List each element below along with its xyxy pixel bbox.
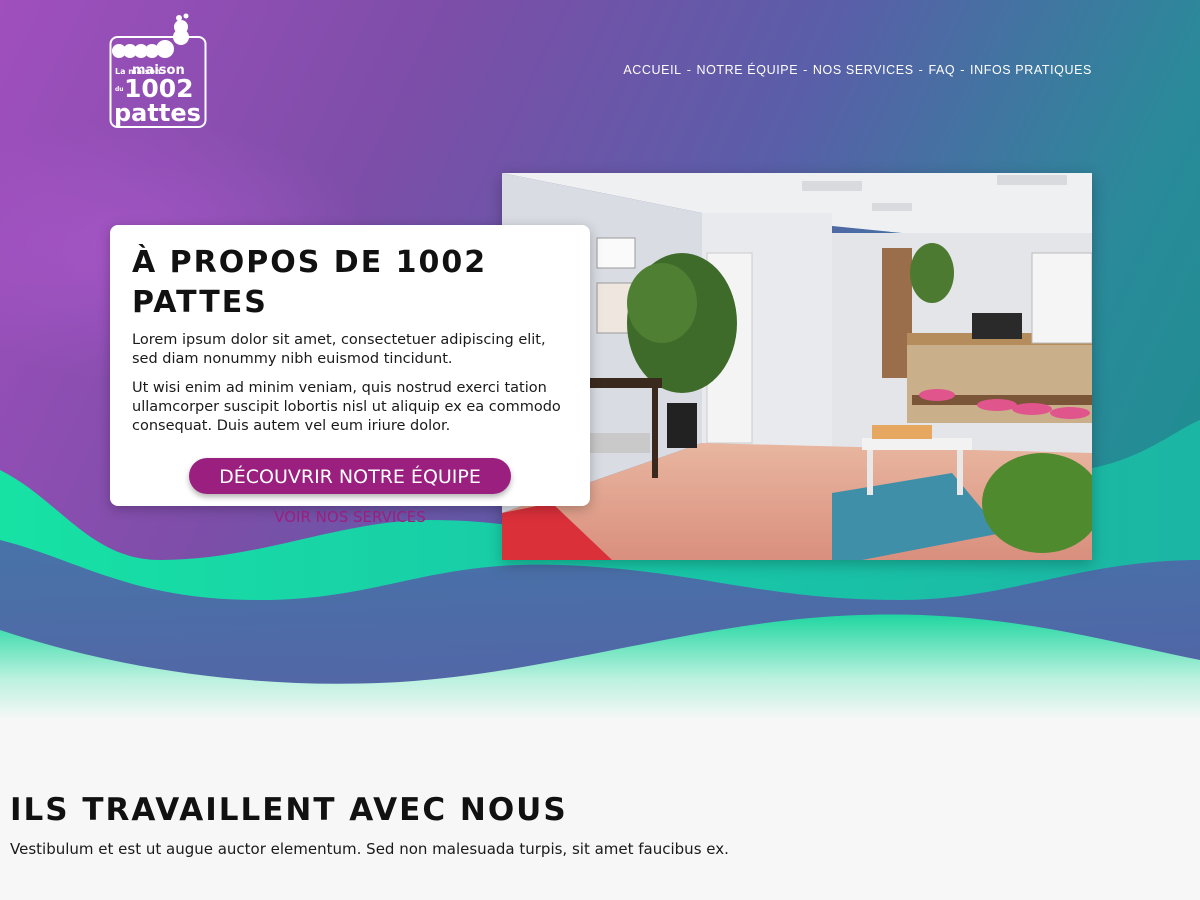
nav-notre-equipe[interactable]: NOTRE ÉQUIPE [696,63,798,77]
nav-faq[interactable]: FAQ [928,63,955,77]
about-paragraph-2: Ut wisi enim ad minim veniam, quis nostr… [132,380,561,434]
logo-pattes: pattes [114,99,201,127]
discover-team-button[interactable]: DÉCOUVRIR NOTRE ÉQUIPE [189,458,511,494]
partners-text: Vestibulum et est ut augue auctor elemen… [10,840,729,858]
waiting-room-photo [502,173,1092,560]
main-nav: ACCUEIL - NOTRE ÉQUIPE - NOS SERVICES - … [623,63,1092,77]
nav-accueil[interactable]: ACCUEIL [623,63,681,77]
partners-title: ILS TRAVAILLENT AVEC NOUS [10,792,568,828]
nav-separator: - [960,63,966,77]
nav-separator: - [803,63,808,77]
nav-separator: - [686,63,692,77]
view-services-link[interactable]: VOIR NOS SERVICES [132,508,568,526]
nav-separator: - [918,63,924,77]
logo-line2-small: du [115,86,124,93]
about-title: À PROPOS DE 1002 PATTES [132,245,488,320]
brand-logo[interactable]: La maison maison du 1002 pattes [109,11,207,129]
nav-infos-pratiques[interactable]: INFOS PRATIQUES [970,63,1092,77]
about-paragraph-1: Lorem ipsum dolor sit amet, consectetuer… [132,332,546,367]
nav-nos-services[interactable]: NOS SERVICES [813,63,914,77]
about-card: À PROPOS DE 1002 PATTES Lorem ipsum dolo… [110,225,590,526]
